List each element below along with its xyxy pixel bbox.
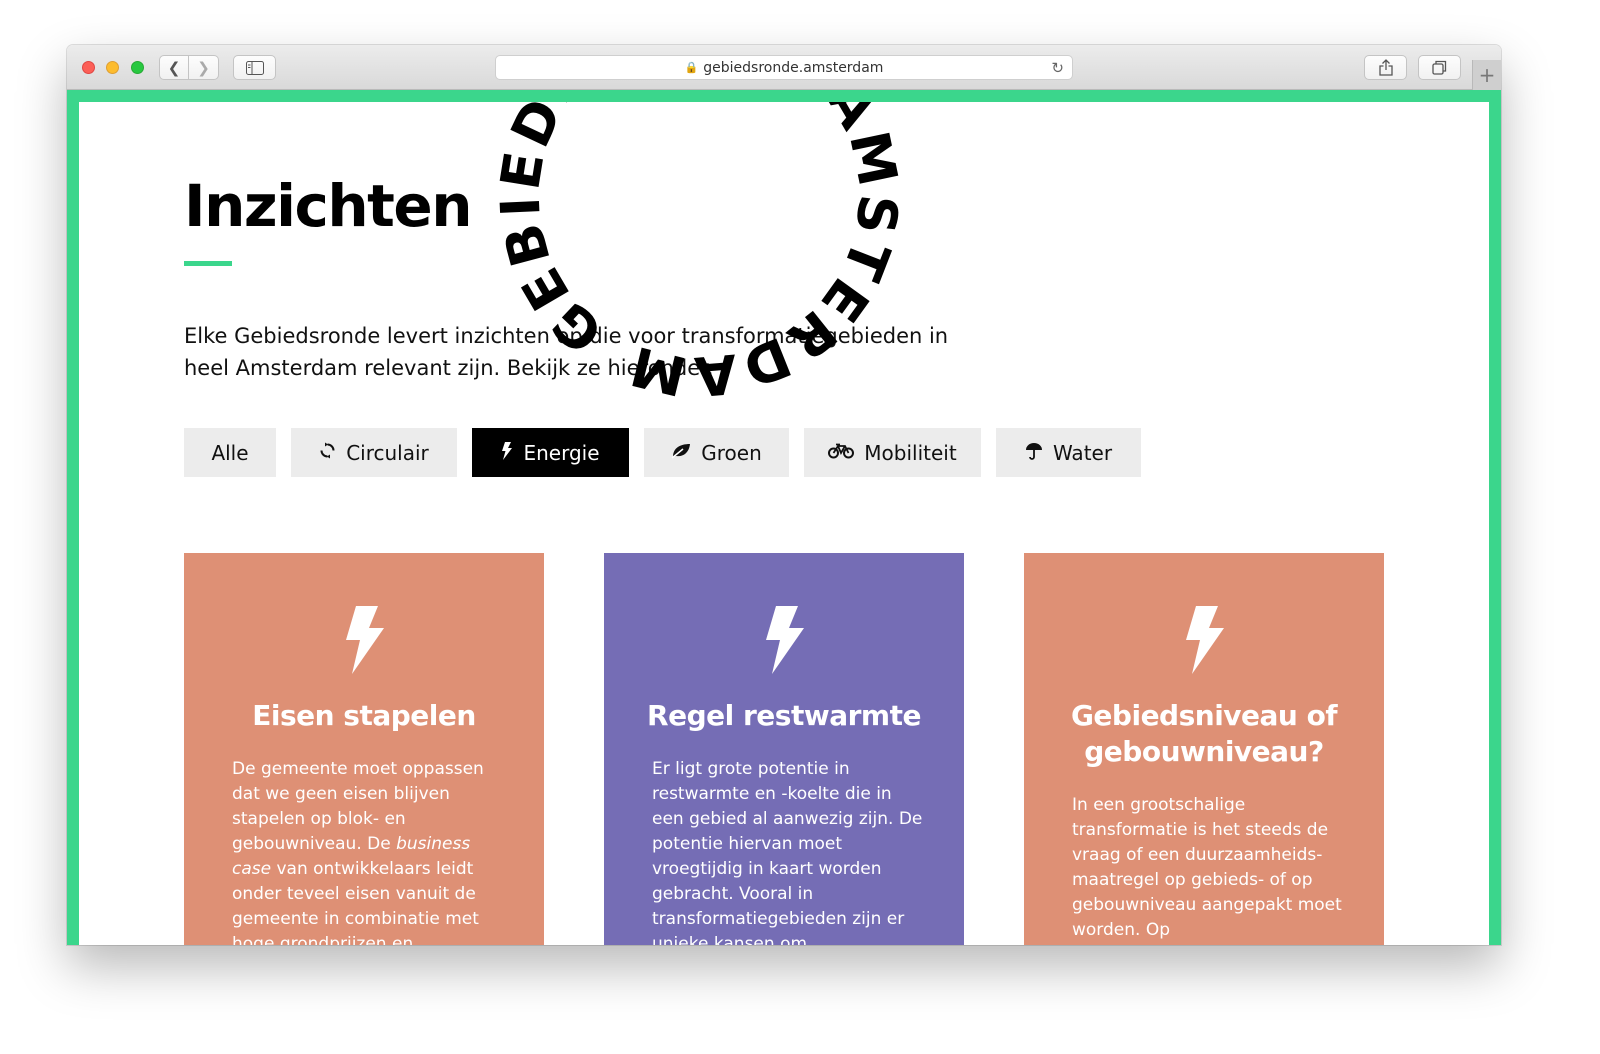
bolt-icon <box>766 606 804 674</box>
maximize-window-button[interactable] <box>131 61 144 74</box>
chevron-left-icon: ❮ <box>167 58 181 77</box>
filter-groen[interactable]: Groen <box>644 428 789 477</box>
browser-window: ❮ ❯ 🔒 gebiedsronde.amsterdam ↻ + Inzicht… <box>67 45 1501 945</box>
minimize-window-button[interactable] <box>106 61 119 74</box>
filter-label: Energie <box>523 440 600 465</box>
title-accent-bar <box>184 261 232 266</box>
plus-icon: + <box>1478 63 1496 87</box>
share-button[interactable] <box>1364 55 1407 80</box>
card-title: Eisen stapelen <box>252 699 476 732</box>
card-title: Regel restwarmte <box>647 699 921 732</box>
address-url: gebiedsronde.amsterdam <box>703 59 884 76</box>
filter-water[interactable]: Water <box>996 428 1141 477</box>
umbrella-icon <box>1025 442 1043 464</box>
card-body: In een grootschalige transformatie is he… <box>1072 795 1342 940</box>
filter-mobiliteit[interactable]: Mobiliteit <box>804 428 981 477</box>
leaf-icon <box>671 443 691 463</box>
tabs-icon <box>1432 60 1447 75</box>
page-title: Inzichten <box>184 172 473 240</box>
filter-label: Mobiliteit <box>864 440 957 465</box>
browser-toolbar: ❮ ❯ 🔒 gebiedsronde.amsterdam ↻ + <box>67 45 1501 90</box>
reload-icon[interactable]: ↻ <box>1051 59 1064 77</box>
bolt-icon <box>1186 606 1224 674</box>
bolt-icon <box>501 441 513 464</box>
insight-card-regel-restwarmte[interactable]: Regel restwarmte Er ligt grote potentie … <box>604 553 964 945</box>
insight-card-eisen-stapelen[interactable]: Eisen stapelen De gemeente moet oppassen… <box>184 553 544 945</box>
sidebar-toggle-button[interactable] <box>233 55 276 80</box>
card-title: Gebiedsniveau of gebouwniveau? <box>1070 699 1338 768</box>
filter-circulair[interactable]: Circulair <box>291 428 457 477</box>
filter-energie[interactable]: Energie <box>472 428 629 477</box>
tab-overview-button[interactable] <box>1418 55 1461 80</box>
card-body: Er ligt grote potentie in restwarmte en … <box>652 759 923 945</box>
recycle-icon <box>319 442 336 463</box>
intro-text: Elke Gebiedsronde levert inzichten op di… <box>184 324 949 380</box>
address-bar[interactable]: 🔒 gebiedsronde.amsterdam ↻ <box>495 55 1073 80</box>
category-filters: Alle Circulair Energie Groen Mobiliteit … <box>184 428 1156 477</box>
new-tab-button[interactable]: + <box>1472 60 1501 90</box>
bicycle-icon <box>828 443 855 463</box>
lock-icon: 🔒 <box>684 61 699 74</box>
filter-label: Water <box>1052 440 1113 465</box>
forward-button[interactable]: ❯ <box>189 55 219 80</box>
bolt-icon <box>346 606 384 674</box>
close-window-button[interactable] <box>82 61 95 74</box>
chevron-right-icon: ❯ <box>197 58 210 77</box>
page-viewport: Inzichten Elke Gebiedsronde levert inzic… <box>67 90 1501 945</box>
filter-label: Alle <box>211 440 249 465</box>
insight-cards: Eisen stapelen De gemeente moet oppassen… <box>184 553 1444 945</box>
card-body: De gemeente moet oppassen dat we geen ei… <box>232 759 484 945</box>
back-button[interactable]: ❮ <box>159 55 189 80</box>
insight-card-gebiedsniveau[interactable]: Gebiedsniveau of gebouwniveau? In een gr… <box>1024 553 1384 945</box>
filter-alle[interactable]: Alle <box>184 428 276 477</box>
share-icon <box>1378 59 1393 76</box>
sidebar-icon <box>245 60 264 75</box>
filter-label: Circulair <box>346 440 429 465</box>
filter-label: Groen <box>701 440 762 465</box>
